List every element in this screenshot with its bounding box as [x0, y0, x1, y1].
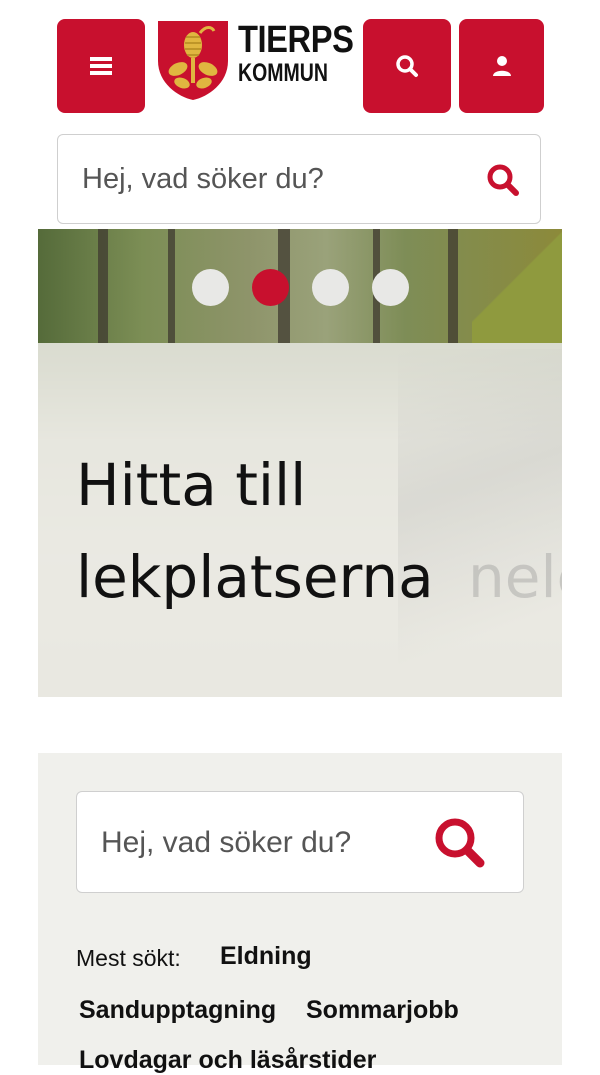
hamburger-icon: [90, 57, 112, 75]
search-icon: [435, 818, 485, 868]
search-icon: [396, 55, 418, 77]
header-search-button[interactable]: [363, 19, 451, 113]
site-logo[interactable]: TIERPS KOMMUN: [156, 19, 356, 113]
popular-link-sandupptagning[interactable]: Sandupptagning: [79, 996, 276, 1025]
user-icon: [492, 56, 511, 76]
panel-search-submit-button[interactable]: [433, 816, 487, 875]
popular-link-eldning[interactable]: Eldning: [220, 942, 312, 971]
carousel-dot-4[interactable]: [372, 269, 409, 306]
hero-title[interactable]: Hitta till lekplatserna: [76, 439, 546, 623]
popular-link-sommarjobb[interactable]: Sommarjobb: [306, 996, 459, 1025]
carousel-dots: [192, 269, 409, 306]
menu-button[interactable]: [57, 19, 145, 113]
logo-line-2: KOMMUN: [238, 59, 328, 87]
hero-title-line-1: Hitta till: [76, 451, 307, 519]
search-icon: [487, 164, 519, 196]
panel-search-field[interactable]: Hej, vad söker du?: [76, 791, 524, 893]
coat-of-arms-icon: [158, 21, 228, 100]
hero-title-line-2: lekplatserna: [76, 543, 434, 611]
site-header: TIERPS KOMMUN: [0, 0, 600, 130]
search-submit-button[interactable]: [486, 163, 520, 202]
user-button[interactable]: [459, 19, 544, 113]
carousel-dot-3[interactable]: [312, 269, 349, 306]
popular-link-lovdagar[interactable]: Lovdagar och läsårstider: [79, 1046, 376, 1075]
popular-searches-label: Mest sökt:: [76, 945, 181, 971]
search-panel: Hej, vad söker du? Mest sökt: Eldning Sa…: [38, 753, 562, 1074]
panel-search-input[interactable]: Hej, vad söker du?: [101, 826, 351, 860]
logo-wordmark: TIERPS KOMMUN: [238, 21, 372, 86]
top-search-field[interactable]: Hej, vad söker du?: [57, 134, 541, 224]
logo-line-1: TIERPS: [238, 19, 354, 61]
carousel-dot-1[interactable]: [192, 269, 229, 306]
carousel-dot-2[interactable]: [252, 269, 289, 306]
hero-carousel[interactable]: nele Hitta till lekplatserna: [38, 229, 562, 697]
search-input[interactable]: Hej, vad söker du?: [82, 163, 324, 196]
